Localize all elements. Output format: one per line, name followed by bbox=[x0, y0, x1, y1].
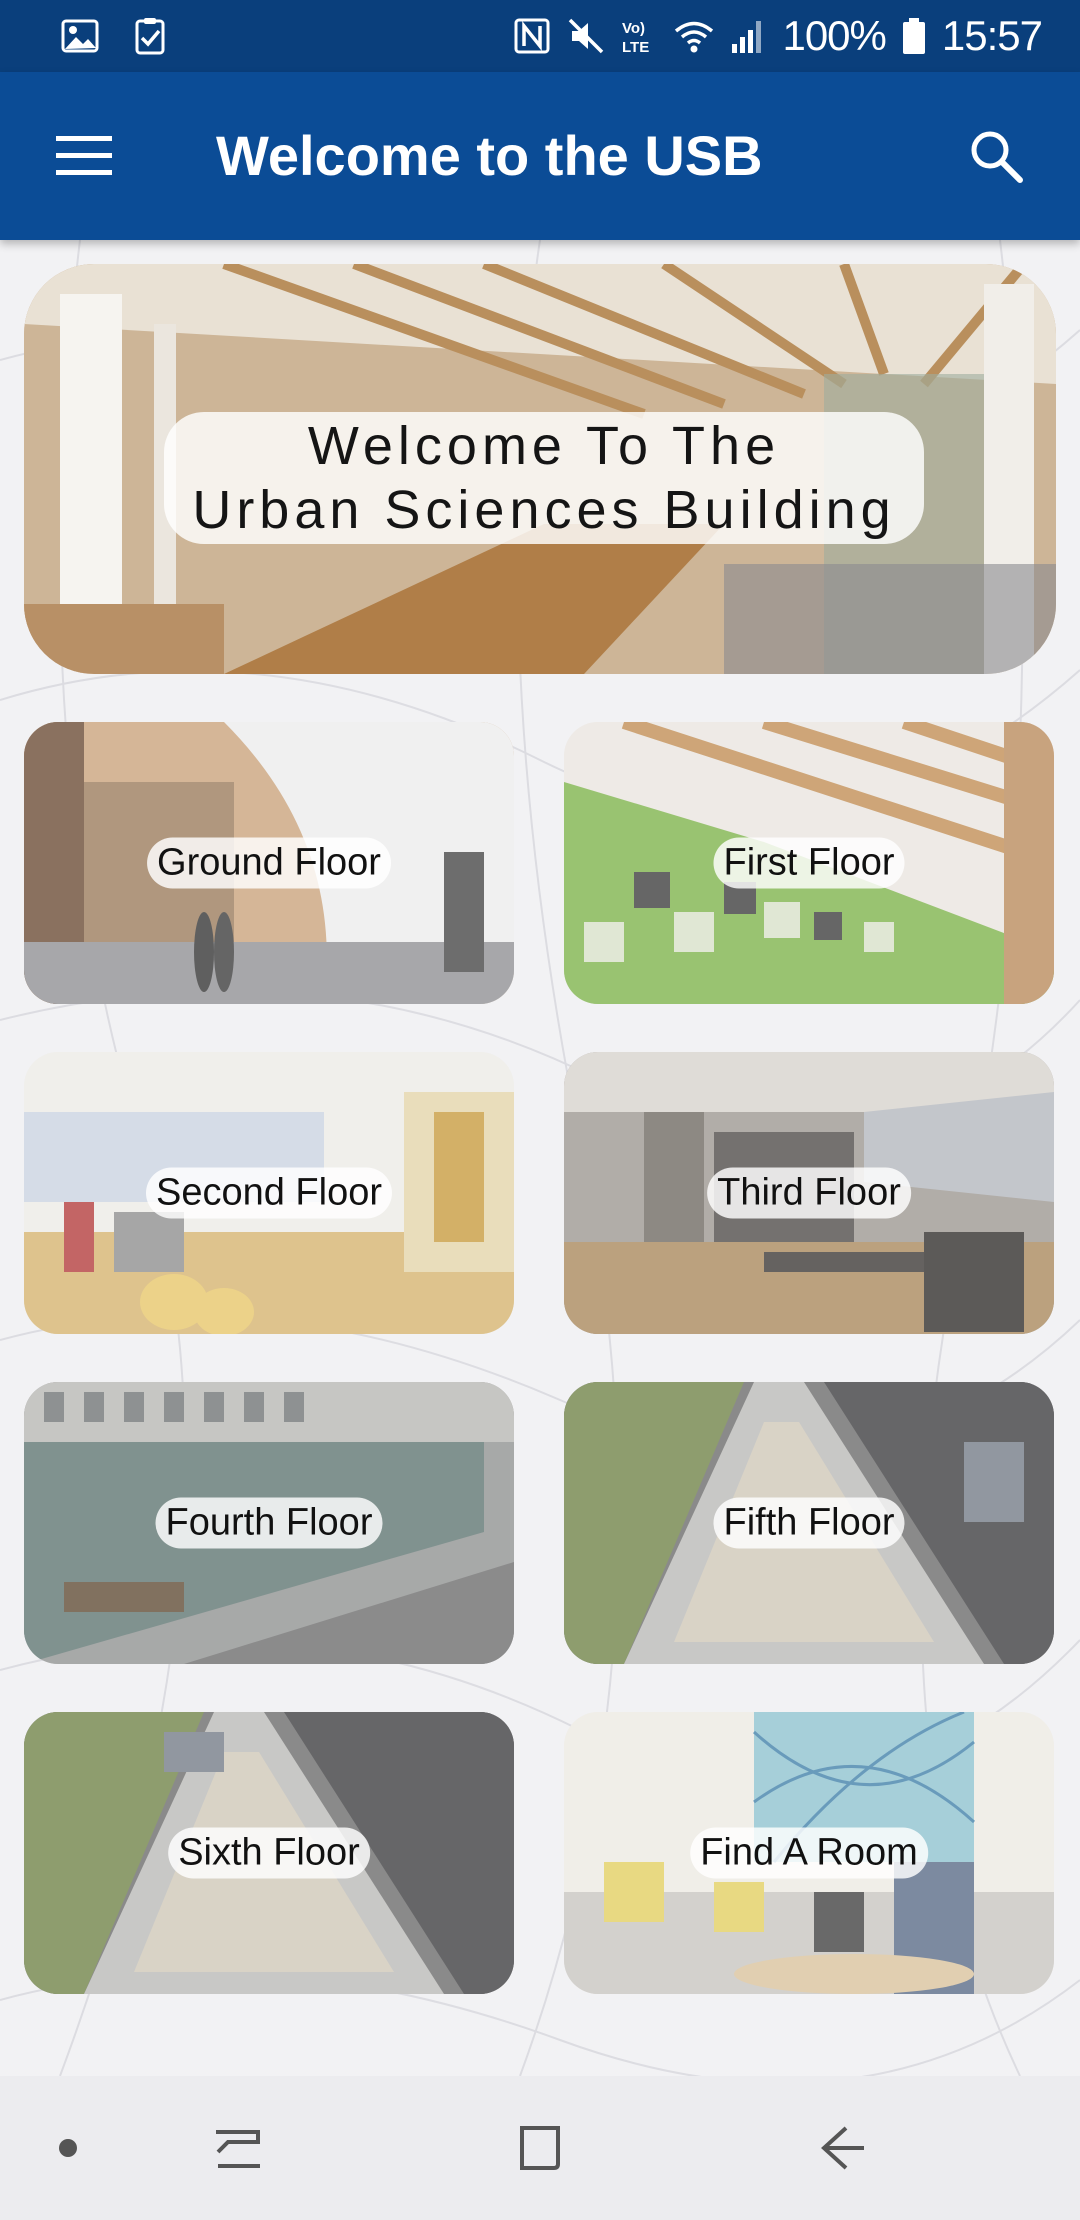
svg-text:LTE: LTE bbox=[622, 39, 649, 56]
tile-fourth-floor[interactable]: Fourth Floor bbox=[24, 1382, 514, 1664]
hero-caption: Welcome To The Urban Sciences Building bbox=[164, 412, 924, 544]
recent-apps-icon bbox=[216, 2130, 260, 2168]
hero-banner[interactable]: Welcome To The Urban Sciences Building bbox=[24, 264, 1056, 674]
tile-label: Third Floor bbox=[707, 1167, 911, 1219]
menu-button[interactable] bbox=[38, 110, 130, 202]
tile-third-floor[interactable]: Third Floor bbox=[564, 1052, 1054, 1334]
back-button[interactable] bbox=[802, 2108, 882, 2188]
tile-second-floor[interactable]: Second Floor bbox=[24, 1052, 514, 1334]
wifi-icon bbox=[675, 21, 714, 53]
hero-caption-line2: Urban Sciences Building bbox=[192, 480, 896, 540]
app-bar: Welcome to the USB bbox=[0, 72, 1080, 240]
clock: 15:57 bbox=[941, 12, 1043, 59]
tile-find-a-room[interactable]: Find A Room bbox=[564, 1712, 1054, 1994]
tile-label: First Floor bbox=[713, 837, 905, 889]
mute-icon bbox=[569, 18, 604, 54]
floor-menu: Welcome To The Urban Sciences Building G… bbox=[0, 240, 1080, 2076]
tile-label: Second Floor bbox=[145, 1167, 393, 1219]
search-icon bbox=[971, 131, 1023, 183]
image-icon bbox=[61, 19, 99, 53]
home-icon bbox=[520, 2126, 560, 2170]
back-icon bbox=[821, 2126, 864, 2170]
battery-icon bbox=[902, 18, 925, 54]
status-bar: Vo) LTE 100% 15:57 bbox=[0, 0, 1080, 72]
tile-ground-floor[interactable]: Ground Floor bbox=[24, 722, 514, 1004]
svg-text:Vo): Vo) bbox=[622, 20, 645, 37]
menu-icon bbox=[56, 136, 112, 175]
tile-label: Fifth Floor bbox=[713, 1497, 905, 1549]
search-button[interactable] bbox=[950, 110, 1042, 202]
nfc-icon bbox=[514, 18, 550, 54]
dot-icon bbox=[59, 2139, 77, 2157]
signal-icon bbox=[732, 21, 762, 53]
tile-label: Find A Room bbox=[690, 1827, 928, 1879]
system-nav-bar bbox=[0, 2076, 1080, 2220]
recent-apps-button[interactable] bbox=[198, 2108, 278, 2188]
tile-sixth-floor[interactable]: Sixth Floor bbox=[24, 1712, 514, 1994]
tile-label: Sixth Floor bbox=[168, 1827, 370, 1879]
hero-caption-line1: Welcome To The bbox=[307, 416, 781, 476]
tile-fifth-floor[interactable]: Fifth Floor bbox=[564, 1382, 1054, 1664]
nav-dot-button[interactable] bbox=[28, 2108, 108, 2188]
tile-label: Ground Floor bbox=[147, 837, 391, 889]
tile-label: Fourth Floor bbox=[155, 1497, 383, 1549]
home-button[interactable] bbox=[500, 2108, 580, 2188]
clipboard-check-icon bbox=[135, 18, 165, 55]
volte-icon: Vo) LTE bbox=[622, 20, 649, 56]
page-title: Welcome to the USB bbox=[216, 124, 763, 187]
tile-first-floor[interactable]: First Floor bbox=[564, 722, 1054, 1004]
battery-percent: 100% bbox=[782, 12, 886, 59]
